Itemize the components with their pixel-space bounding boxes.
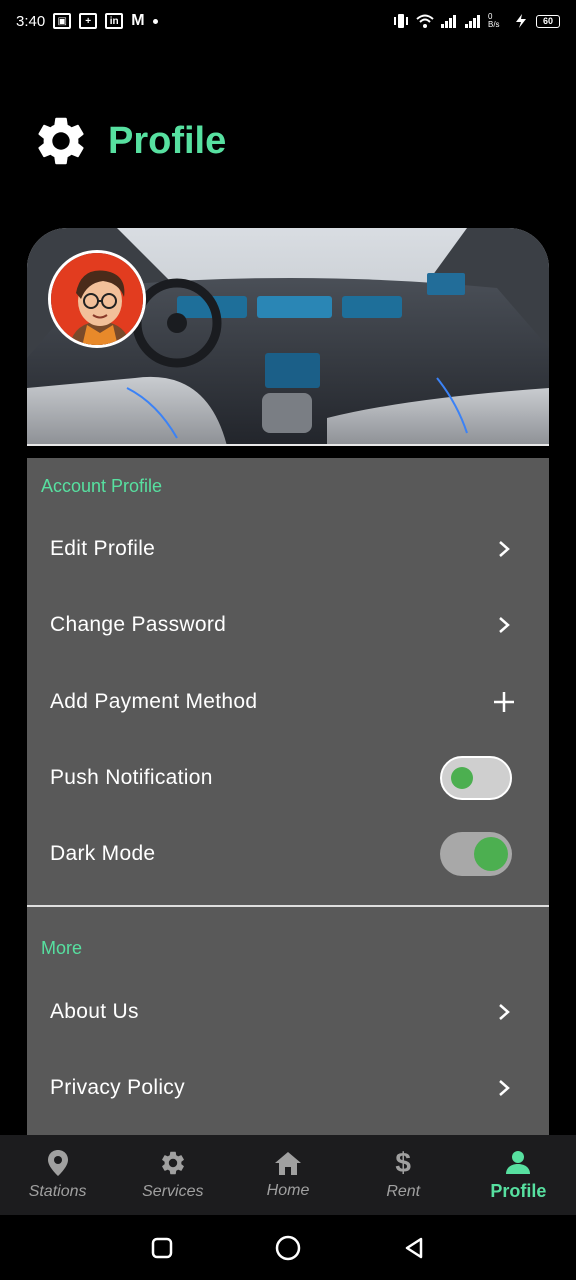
nav-rent[interactable]: $ Rent (346, 1135, 461, 1215)
status-right: 0 B/s 60 (392, 13, 560, 29)
nav-label: Services (142, 1183, 204, 1200)
gallery-icon: ▣ (53, 13, 72, 29)
row-label: Change Password (50, 613, 227, 636)
chevron-right-icon (499, 541, 510, 557)
person-icon (506, 1150, 531, 1174)
recents-icon[interactable] (150, 1236, 174, 1260)
home-button-icon[interactable] (274, 1234, 302, 1262)
location-pin-icon (47, 1150, 68, 1176)
nav-label: Home (266, 1182, 310, 1199)
wifi-icon (416, 14, 434, 28)
settings-card: Account Profile Edit Profile Change Pass… (27, 458, 549, 1136)
gear-icon (161, 1151, 184, 1175)
dark-mode-toggle[interactable] (440, 832, 512, 876)
nav-home[interactable]: Home (230, 1135, 345, 1215)
page-header: Profile (32, 112, 226, 170)
section-divider (27, 905, 549, 907)
system-nav-bar (0, 1215, 576, 1280)
nav-label: Rent (386, 1183, 421, 1200)
section-title-more: More (41, 938, 83, 958)
chevron-right-icon (499, 1080, 510, 1096)
section-title-account: Account Profile (41, 476, 163, 496)
gmail-icon: M (131, 12, 145, 29)
signal-icon (441, 15, 456, 28)
chevron-right-icon (499, 617, 510, 633)
plus-icon[interactable] (493, 691, 515, 713)
page-title: Profile (108, 119, 227, 162)
add-payment-method-row[interactable]: Add Payment Method (27, 672, 549, 732)
signal-icon-2 (465, 15, 480, 28)
avatar[interactable] (48, 250, 146, 348)
vibrate-icon (394, 14, 408, 28)
edit-profile-row[interactable]: Edit Profile (27, 519, 549, 579)
nav-label: Stations (28, 1183, 87, 1200)
row-label: Edit Profile (50, 537, 156, 560)
home-icon (275, 1152, 301, 1175)
back-icon[interactable] (402, 1236, 426, 1260)
row-label: Add Payment Method (50, 690, 258, 713)
change-password-row[interactable]: Change Password (27, 595, 549, 655)
row-label: Dark Mode (50, 842, 156, 865)
toggle-knob (451, 767, 473, 789)
nav-services[interactable]: Services (115, 1135, 230, 1215)
status-time: 3:40 (16, 12, 46, 30)
gear-icon (38, 117, 84, 165)
push-notification-row: Push Notification (27, 748, 549, 808)
chevron-right-icon (499, 1004, 510, 1020)
more-notifications-icon (152, 18, 158, 24)
nav-label: Profile (490, 1180, 547, 1201)
tasks-icon: + (79, 13, 98, 29)
status-left: 3:40 ▣ + in M (16, 12, 158, 30)
row-label: About Us (50, 1000, 139, 1023)
toggle-knob (474, 837, 508, 871)
privacy-policy-row[interactable]: Privacy Policy (27, 1058, 549, 1118)
nav-profile[interactable]: Profile (461, 1135, 576, 1215)
linkedin-icon: in (105, 13, 124, 29)
about-us-row[interactable]: About Us (27, 982, 549, 1042)
nav-stations[interactable]: Stations (0, 1135, 115, 1215)
bottom-nav: Stations Services Home $ Rent Profile (0, 1135, 576, 1215)
status-bar: 3:40 ▣ + in M 0 B/s 60 (0, 0, 576, 42)
row-label: Privacy Policy (50, 1076, 185, 1099)
dollar-icon: $ (395, 1147, 411, 1178)
network-speed: 0 B/s (488, 12, 500, 29)
battery-icon: 60 (536, 14, 560, 28)
row-label: Push Notification (50, 766, 213, 789)
push-notification-toggle[interactable] (440, 756, 512, 800)
charging-icon (516, 14, 526, 28)
dark-mode-row: Dark Mode (27, 824, 549, 884)
